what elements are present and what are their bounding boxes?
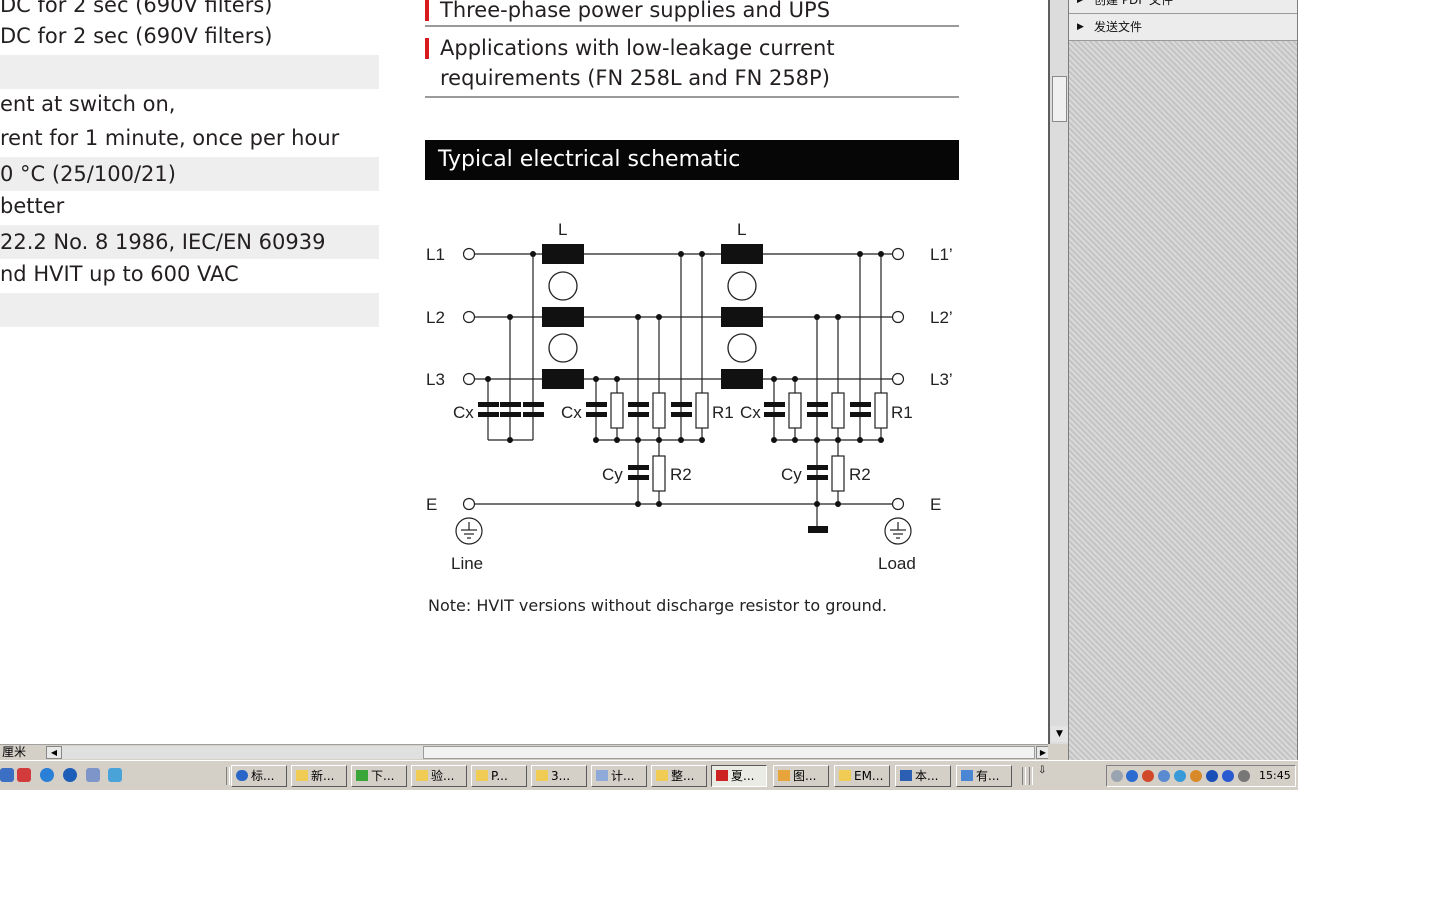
tray-icon[interactable] bbox=[1206, 770, 1218, 782]
sogou-icon bbox=[236, 770, 248, 781]
youdao-icon bbox=[961, 770, 973, 781]
folder-icon bbox=[656, 770, 668, 781]
svg-text:L1’: L1’ bbox=[930, 245, 953, 264]
svg-text:Cy: Cy bbox=[781, 465, 802, 484]
spec-row: nd HVIT up to 600 VAC bbox=[0, 262, 239, 286]
svg-text:L: L bbox=[737, 220, 746, 239]
spec-row: DC for 2 sec (690V filters) bbox=[0, 24, 273, 48]
folder-icon bbox=[296, 770, 308, 781]
svg-text:L3’: L3’ bbox=[930, 370, 953, 389]
spec-row: 0 °C (25/100/21) bbox=[0, 157, 379, 191]
status-bar: 厘米 ◀ ▶ bbox=[0, 744, 1050, 760]
tray-icon[interactable] bbox=[1238, 770, 1250, 782]
pdf-icon bbox=[716, 770, 728, 781]
scroll-down-arrow-icon[interactable]: ▼ bbox=[1051, 726, 1068, 742]
scroll-left-arrow-icon[interactable]: ◀ bbox=[46, 746, 62, 759]
quicklaunch-icon[interactable] bbox=[86, 768, 100, 782]
svg-text:L2: L2 bbox=[426, 308, 445, 327]
svg-text:Cy: Cy bbox=[602, 465, 623, 484]
taskbar-button[interactable]: 本... bbox=[895, 765, 951, 787]
bullet-marker bbox=[425, 38, 429, 59]
expand-triangle-icon: ▶ bbox=[1077, 22, 1084, 32]
unit-label: 厘米 bbox=[2, 745, 27, 759]
vertical-scroll-thumb[interactable] bbox=[1052, 76, 1067, 122]
svg-text:L1: L1 bbox=[426, 245, 445, 264]
spec-row: 22.2 No. 8 1986, IEC/EN 60939 bbox=[0, 225, 379, 259]
taskbar-button[interactable]: 标... bbox=[231, 765, 287, 787]
ie-icon[interactable] bbox=[40, 768, 54, 782]
taskbar-button[interactable]: EM... bbox=[834, 765, 890, 787]
svg-text:Cx: Cx bbox=[453, 403, 474, 422]
svg-text:Load: Load bbox=[878, 554, 916, 573]
clock[interactable]: 15:45 bbox=[1259, 766, 1291, 786]
folder-icon bbox=[416, 770, 428, 781]
schematic-title: Typical electrical schematic bbox=[425, 140, 959, 180]
horizontal-scroll-thumb[interactable] bbox=[423, 746, 1035, 759]
taskbar-separator bbox=[1022, 767, 1026, 785]
spec-row: rent for 1 minute, once per hour bbox=[0, 126, 340, 150]
taskbar-separator bbox=[1029, 767, 1033, 785]
svg-text:L3: L3 bbox=[426, 370, 445, 389]
quicklaunch-icon[interactable] bbox=[63, 768, 77, 782]
spec-row bbox=[0, 55, 379, 89]
expand-triangle-icon: ▶ bbox=[1077, 0, 1084, 5]
scroll-corner bbox=[1048, 744, 1068, 760]
word-icon bbox=[900, 770, 912, 781]
tray-icon[interactable] bbox=[1142, 770, 1154, 782]
task-pane: ▶ 创建 PDF 文件 ▶ 发送文件 bbox=[1068, 0, 1298, 760]
tray-icon[interactable] bbox=[1158, 770, 1170, 782]
taskbar-separator bbox=[226, 767, 230, 785]
taskbar-button[interactable]: 有... bbox=[956, 765, 1012, 787]
svg-text:R1: R1 bbox=[712, 403, 734, 422]
notepad-icon bbox=[596, 770, 608, 781]
svg-text:E: E bbox=[930, 495, 941, 514]
taskbar-button[interactable]: 新... bbox=[291, 765, 347, 787]
taskbar-button[interactable]: 图... bbox=[773, 765, 829, 787]
application-item: Applications with low-leakage current re… bbox=[425, 33, 959, 98]
quicklaunch-icon[interactable] bbox=[108, 768, 122, 782]
electrical-schematic: L L L1 L2 L3 L1’ L2’ L3’ E E Cx Cx Cx R1… bbox=[426, 220, 953, 573]
spec-row: ent at switch on, bbox=[0, 92, 176, 116]
taskbar-button[interactable]: 整... bbox=[651, 765, 707, 787]
taskbar-button[interactable]: 计... bbox=[591, 765, 647, 787]
system-tray: 15:45 bbox=[1106, 765, 1296, 787]
svg-text:L: L bbox=[558, 220, 567, 239]
taskbar-button[interactable]: P... bbox=[471, 765, 527, 787]
image-viewer-icon bbox=[778, 770, 790, 781]
quicklaunch-icon[interactable] bbox=[17, 768, 31, 782]
svg-text:R1: R1 bbox=[891, 403, 913, 422]
svg-text:Line: Line bbox=[451, 554, 483, 573]
document-page: DC for 2 sec (690V filters) DC for 2 sec… bbox=[0, 0, 1048, 744]
spec-row: better bbox=[0, 194, 65, 218]
svg-text:R2: R2 bbox=[849, 465, 871, 484]
svg-text:L2’: L2’ bbox=[930, 308, 953, 327]
folder-icon bbox=[839, 770, 851, 781]
quicklaunch-icon[interactable] bbox=[0, 768, 14, 782]
svg-text:Cx: Cx bbox=[561, 403, 582, 422]
schematic-note: Note: HVIT versions without discharge re… bbox=[428, 596, 887, 615]
taskbar-button[interactable]: 验... bbox=[411, 765, 467, 787]
taskbar-button[interactable]: 3... bbox=[531, 765, 587, 787]
download-icon bbox=[356, 770, 368, 781]
tray-icon[interactable] bbox=[1126, 770, 1138, 782]
svg-text:Cx: Cx bbox=[740, 403, 761, 422]
bullet-marker bbox=[425, 0, 429, 21]
tray-icon[interactable] bbox=[1190, 770, 1202, 782]
taskbar-button[interactable]: 下... bbox=[351, 765, 407, 787]
vertical-scrollbar[interactable]: ▼ bbox=[1048, 0, 1068, 744]
task-create-pdf[interactable]: ▶ 创建 PDF 文件 bbox=[1069, 0, 1297, 14]
taskbar-button-active[interactable]: 夏... bbox=[711, 765, 767, 787]
tray-icon[interactable] bbox=[1174, 770, 1186, 782]
application-item: Three-phase power supplies and UPS bbox=[425, 0, 959, 27]
tray-icon[interactable] bbox=[1222, 770, 1234, 782]
folder-icon bbox=[476, 770, 488, 781]
taskbar: 标... 新... 下... 验... P... 3... 计... 整... … bbox=[0, 760, 1298, 790]
language-bar-icon[interactable]: ⇩ bbox=[1038, 765, 1046, 776]
svg-text:E: E bbox=[426, 495, 437, 514]
folder-icon bbox=[536, 770, 548, 781]
svg-text:R2: R2 bbox=[670, 465, 692, 484]
spec-row bbox=[0, 293, 379, 327]
tray-icon[interactable] bbox=[1111, 770, 1123, 782]
task-send-file[interactable]: ▶ 发送文件 bbox=[1069, 14, 1297, 41]
